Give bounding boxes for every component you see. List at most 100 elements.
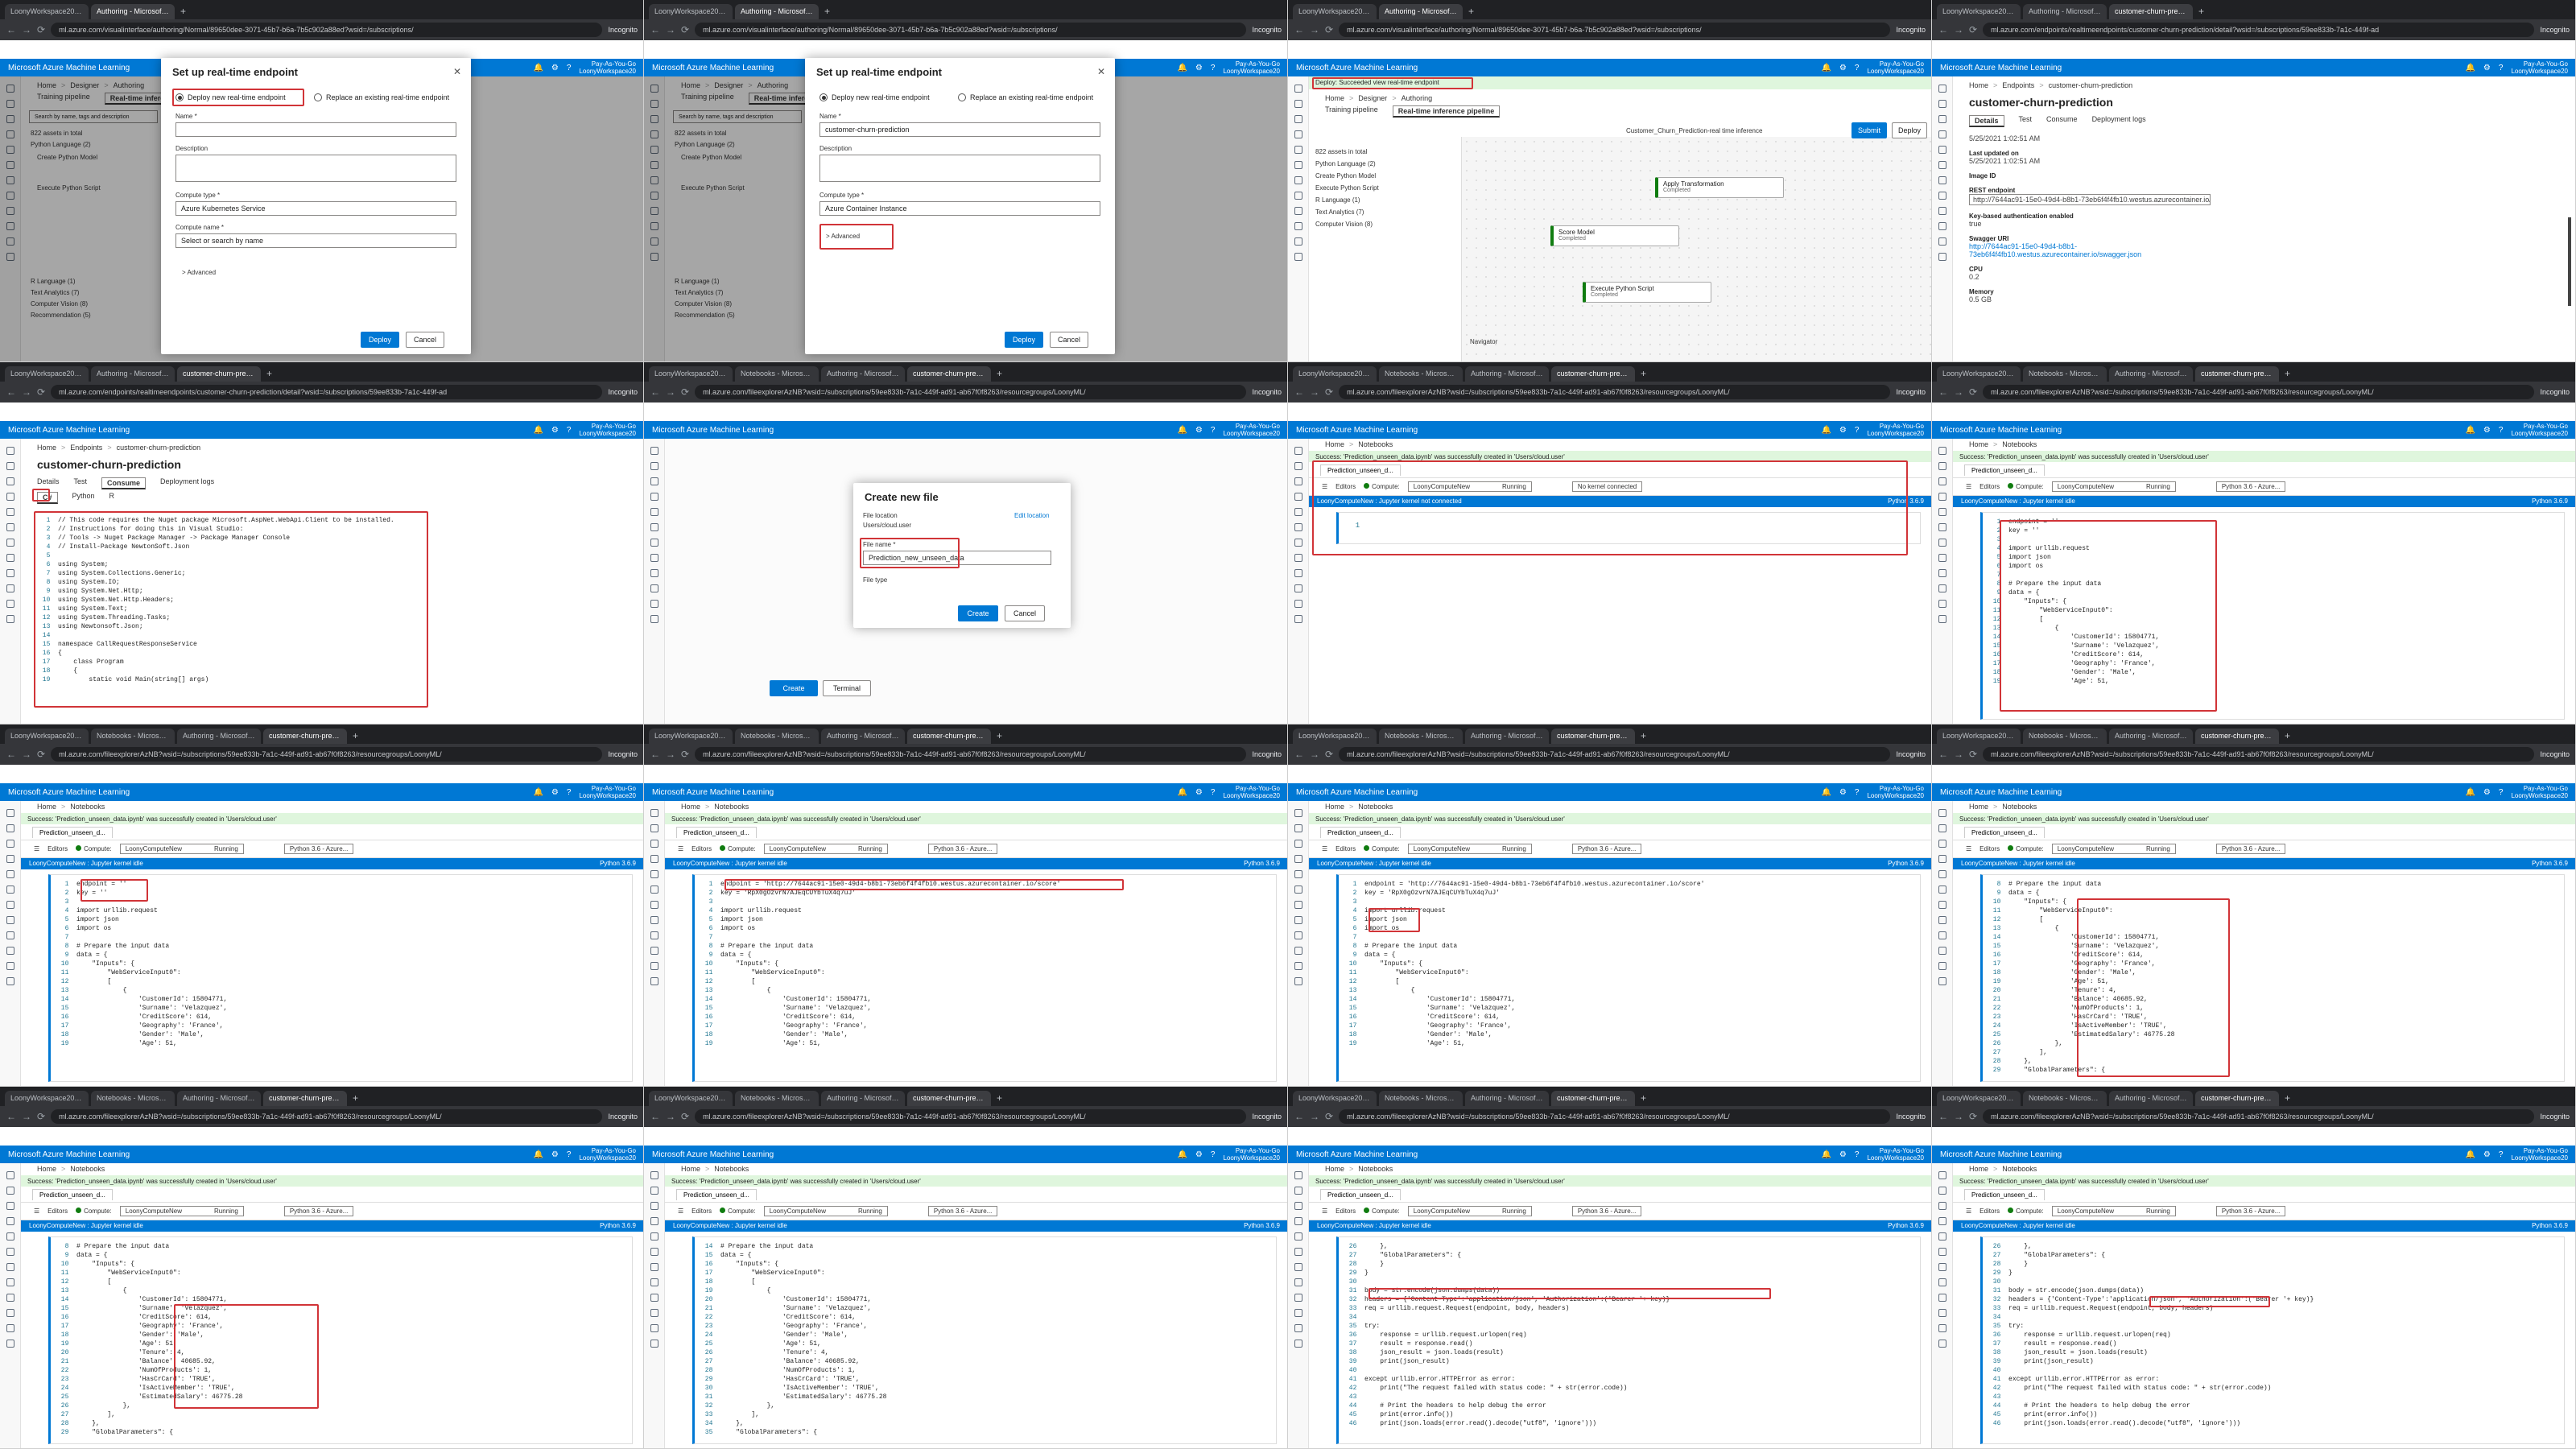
- help-icon[interactable]: ?: [1211, 64, 1216, 72]
- notification-icon[interactable]: 🔔: [1821, 64, 1831, 72]
- nav-rail-icon[interactable]: [650, 1248, 658, 1256]
- nav-rail-icon[interactable]: [1938, 886, 1946, 894]
- endpoint-tab[interactable]: Consume: [101, 477, 147, 489]
- notification-icon[interactable]: 🔔: [2465, 64, 2475, 72]
- settings-icon[interactable]: ⚙: [2483, 1150, 2491, 1159]
- browser-tab[interactable]: Authoring - Microsoft Azure M: [1465, 729, 1549, 744]
- nav-rail-icon[interactable]: [6, 1248, 14, 1256]
- editors-dropdown[interactable]: Editors: [47, 1208, 68, 1215]
- nav-rail-icon[interactable]: [1294, 253, 1302, 261]
- breadcrumb-item[interactable]: Home: [1325, 1165, 1344, 1173]
- nav-rail-icon[interactable]: [6, 523, 14, 531]
- nav-rail-icon[interactable]: [650, 824, 658, 832]
- reload-icon[interactable]: ⟳: [1969, 24, 1977, 35]
- nav-rail-icon[interactable]: [1294, 1340, 1302, 1348]
- nav-rail-icon[interactable]: [6, 508, 14, 516]
- address-field[interactable]: ml.azure.com/visualinterface/authoring/N…: [695, 23, 1247, 37]
- account-info[interactable]: Pay-As-You-Go LoonyWorkspace20: [1223, 785, 1280, 799]
- notebook-file-tab[interactable]: Prediction_unseen_d...: [1964, 1188, 2045, 1200]
- endpoint-tab[interactable]: Details: [37, 477, 60, 489]
- breadcrumb-item[interactable]: Home: [1969, 1165, 1988, 1173]
- back-icon[interactable]: ←: [6, 1111, 16, 1122]
- azure-title[interactable]: Microsoft Azure Machine Learning: [1940, 1150, 2062, 1159]
- dialog-deploy-button[interactable]: Deploy: [1005, 332, 1043, 348]
- endpoint-tab[interactable]: Details: [1969, 115, 2004, 127]
- back-icon[interactable]: ←: [650, 24, 660, 35]
- settings-icon[interactable]: ⚙: [2483, 788, 2491, 797]
- new-tab-icon[interactable]: +: [2281, 729, 2293, 744]
- editors-dropdown[interactable]: Editors: [1335, 483, 1356, 490]
- address-field[interactable]: ml.azure.com/fileexplorerAzNB?wsid=/subs…: [695, 747, 1247, 762]
- file-name-input[interactable]: Prediction_new_unseen_data: [863, 551, 1051, 565]
- code-cell[interactable]: 8 # Prepare the input data 9 data = { 10…: [1980, 874, 2565, 1082]
- forward-icon[interactable]: →: [666, 386, 675, 398]
- nav-rail-icon[interactable]: [1938, 161, 1946, 169]
- forward-icon[interactable]: →: [22, 749, 31, 760]
- browser-tab[interactable]: customer-churn-prediction: [907, 729, 991, 744]
- radio-dot[interactable]: [175, 93, 184, 101]
- nav-rail-icon[interactable]: [650, 1171, 658, 1179]
- nav-rail-icon[interactable]: [1294, 1278, 1302, 1286]
- nav-rail-icon[interactable]: [650, 1340, 658, 1348]
- editors-dropdown[interactable]: Editors: [1979, 1208, 2000, 1215]
- nav-rail-icon[interactable]: [650, 916, 658, 924]
- browser-tab[interactable]: Authoring - Microsoft Azure M: [821, 366, 905, 382]
- browser-tab[interactable]: LoonyWorkspace20 - Microso: [5, 1091, 89, 1106]
- notification-icon[interactable]: 🔔: [2465, 426, 2475, 435]
- browser-tab[interactable]: Authoring - Microsoft Azure M: [2109, 1091, 2193, 1106]
- new-tab-icon[interactable]: +: [2281, 366, 2293, 382]
- account-info[interactable]: Pay-As-You-Go LoonyWorkspace20: [1867, 1147, 1924, 1162]
- kernel-select[interactable]: Python 3.6 - Azure...: [283, 844, 354, 854]
- nav-rail-icon[interactable]: [650, 855, 658, 863]
- nav-rail-icon[interactable]: [1294, 569, 1302, 577]
- code-block[interactable]: 26 }, 27 "GlobalParameters": { 28 } 29 }…: [1345, 1242, 1909, 1440]
- nav-rail-icon[interactable]: [650, 1187, 658, 1195]
- browser-tab[interactable]: customer-churn-prediction: [1551, 729, 1635, 744]
- forward-icon[interactable]: →: [1310, 1111, 1319, 1122]
- nav-rail-icon[interactable]: [6, 1217, 14, 1225]
- nav-rail-icon[interactable]: [650, 539, 658, 547]
- dialog-cancel-button[interactable]: Cancel: [406, 332, 444, 348]
- nav-rail-icon[interactable]: [1938, 1309, 1946, 1317]
- endpoint-tab[interactable]: Deployment logs: [2092, 115, 2146, 127]
- nav-rail-icon[interactable]: [1294, 615, 1302, 623]
- radio-dot[interactable]: [958, 93, 966, 101]
- breadcrumb-item[interactable]: Home: [1969, 803, 1988, 811]
- code-block[interactable]: 1 endpoint = 'http://7644ac91-15e0-49d4-…: [701, 880, 1265, 1078]
- reload-icon[interactable]: ⟳: [681, 749, 689, 760]
- breadcrumb-item[interactable]: customer-churn-prediction: [2049, 81, 2133, 89]
- breadcrumb-item[interactable]: Notebooks: [2002, 1165, 2037, 1173]
- nav-rail-icon[interactable]: [1294, 1294, 1302, 1302]
- nav-rail-icon[interactable]: [650, 462, 658, 470]
- address-field[interactable]: ml.azure.com/fileexplorerAzNB?wsid=/subs…: [695, 1109, 1247, 1124]
- nav-rail-icon[interactable]: [1294, 1324, 1302, 1332]
- azure-title[interactable]: Microsoft Azure Machine Learning: [1940, 64, 2062, 72]
- kernel-select[interactable]: No kernel connected: [1571, 481, 1643, 492]
- menu-icon[interactable]: ☰: [1322, 845, 1327, 852]
- settings-icon[interactable]: ⚙: [1195, 1150, 1203, 1159]
- detail-value[interactable]: http://7644ac91-15e0-49d4-b8b1-73eb6f4f4…: [1969, 194, 2211, 205]
- nav-rail-icon[interactable]: [1938, 115, 1946, 123]
- help-icon[interactable]: ?: [2499, 64, 2504, 72]
- nav-rail-icon[interactable]: [1938, 855, 1946, 863]
- browser-tab[interactable]: customer-churn-prediction: [263, 729, 347, 744]
- browser-tab[interactable]: Authoring - Microsoft Azure M: [2109, 366, 2193, 382]
- help-icon[interactable]: ?: [1855, 1150, 1860, 1159]
- breadcrumb-item[interactable]: Endpoints: [2002, 81, 2034, 89]
- browser-tab[interactable]: Authoring - Microsoft Azure M: [735, 4, 819, 19]
- browser-tab[interactable]: Notebooks - Microsoft Azure M: [735, 1091, 819, 1106]
- nav-rail-icon[interactable]: [650, 1217, 658, 1225]
- nav-rail-icon[interactable]: [6, 600, 14, 608]
- settings-icon[interactable]: ⚙: [551, 426, 559, 435]
- nav-rail-icon[interactable]: [1294, 554, 1302, 562]
- compute-select[interactable]: LoonyComputeNew Running: [119, 844, 244, 854]
- nav-rail-icon[interactable]: [1294, 176, 1302, 184]
- nav-rail-icon[interactable]: [1294, 840, 1302, 848]
- nav-rail-icon[interactable]: [1294, 493, 1302, 501]
- browser-tab[interactable]: LoonyWorkspace20 - Microso: [1293, 4, 1377, 19]
- nav-rail-icon[interactable]: [1294, 809, 1302, 817]
- address-field[interactable]: ml.azure.com/fileexplorerAzNB?wsid=/subs…: [1983, 385, 2535, 399]
- nav-rail-icon[interactable]: [6, 931, 14, 939]
- radio-new-endpoint[interactable]: Deploy new real-time endpoint: [175, 93, 286, 101]
- browser-tab[interactable]: customer-churn-prediction: [2195, 729, 2279, 744]
